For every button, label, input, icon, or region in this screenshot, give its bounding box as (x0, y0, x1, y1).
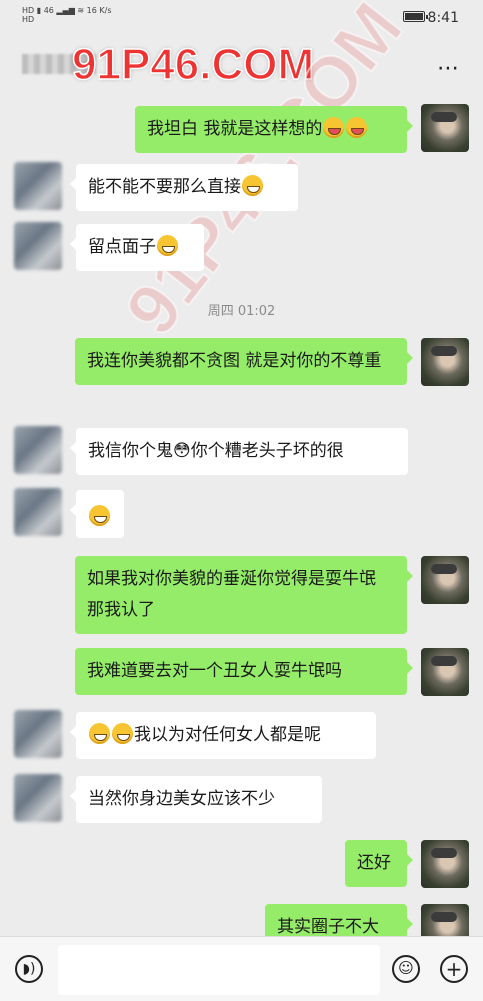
message-text: 我坦白 我就是这样想的 (147, 119, 323, 139)
contact-avatar[interactable] (14, 774, 62, 822)
message-bubble[interactable]: 留点面子 (70, 224, 204, 271)
voice-icon[interactable]: ◗) (15, 955, 43, 983)
message-text: 其实圈子不大 (277, 917, 379, 936)
battery-icon (403, 11, 428, 22)
my-avatar[interactable] (421, 904, 469, 936)
message-bubble[interactable]: 还好 (345, 840, 413, 887)
input-bar: ◗) ☺ + (0, 936, 483, 1001)
contact-avatar[interactable] (14, 710, 62, 758)
message-text: 我难道要去对一个丑女人耍牛氓吗 (87, 661, 342, 681)
grin-emoji-icon (242, 175, 263, 196)
message-list[interactable]: 我坦白 我就是这样想的 能不能不要那么直接 留点面子 周四 01:02 我连你美… (0, 96, 483, 936)
message-text: 留点面子 (88, 237, 156, 257)
message-bubble[interactable]: 能不能不要那么直接 (70, 164, 298, 211)
wink-tongue-emoji-icon (346, 117, 368, 138)
my-avatar[interactable] (421, 338, 469, 386)
message-text: 我连你美貌都不贪图 就是对你的不尊重 (87, 351, 382, 371)
plus-icon[interactable]: + (440, 955, 468, 983)
message-text: 如果我对你美貌的垂涎你觉得是耍牛氓 那我认了 (87, 569, 376, 620)
message-timestamp: 周四 01:02 (207, 304, 276, 319)
emoji-icon[interactable]: ☺ (392, 955, 420, 983)
message-bubble[interactable] (70, 490, 124, 538)
message-bubble[interactable]: 如果我对你美貌的垂涎你觉得是耍牛氓 那我认了 (75, 556, 413, 634)
message-bubble[interactable]: 我难道要去对一个丑女人耍牛氓吗 (75, 648, 413, 695)
message-bubble[interactable]: 我坦白 我就是这样想的 (135, 106, 413, 153)
my-avatar[interactable] (421, 648, 469, 696)
message-bubble[interactable]: 其实圈子不大 (265, 904, 413, 936)
message-bubble[interactable]: 我以为对任何女人都是呢 (70, 712, 376, 759)
more-options-icon[interactable]: ⋯ (437, 56, 461, 81)
contact-avatar[interactable] (14, 426, 62, 474)
contact-avatar[interactable] (14, 488, 62, 536)
message-text: 还好 (357, 853, 391, 873)
thinking-emoji-icon (157, 235, 178, 256)
watermark: 91P46.COM (71, 39, 315, 90)
message-text: 当然你身边美女应该不少 (88, 789, 275, 809)
my-avatar[interactable] (421, 556, 469, 604)
contact-avatar[interactable] (14, 162, 62, 210)
message-bubble[interactable]: 我连你美貌都不贪图 就是对你的不尊重 (75, 338, 413, 385)
message-text: 能不能不要那么直接 (88, 177, 241, 197)
grin-emoji-icon (89, 723, 110, 744)
wink-emoji-icon (89, 505, 110, 526)
network-indicators: HD ▮ 46 ▂▄▆ ≋ 16 K/s HD (22, 6, 112, 24)
message-text: 我以为对任何女人都是呢 (134, 725, 321, 745)
message-bubble[interactable]: 当然你身边美女应该不少 (70, 776, 322, 823)
wink-tongue-emoji-icon (323, 117, 345, 138)
status-time: 8:41 (427, 10, 459, 26)
my-avatar[interactable] (421, 840, 469, 888)
contact-avatar[interactable] (14, 222, 62, 270)
my-avatar[interactable] (421, 104, 469, 152)
message-input[interactable] (58, 945, 380, 995)
message-bubble[interactable]: 我信你个鬼😳你个糟老头子坏的很 (70, 428, 408, 475)
status-bar: HD ▮ 46 ▂▄▆ ≋ 16 K/s HD 8:41 (0, 0, 483, 34)
message-text: 我信你个鬼😳你个糟老头子坏的很 (88, 441, 344, 461)
grin-emoji-icon (112, 723, 133, 744)
